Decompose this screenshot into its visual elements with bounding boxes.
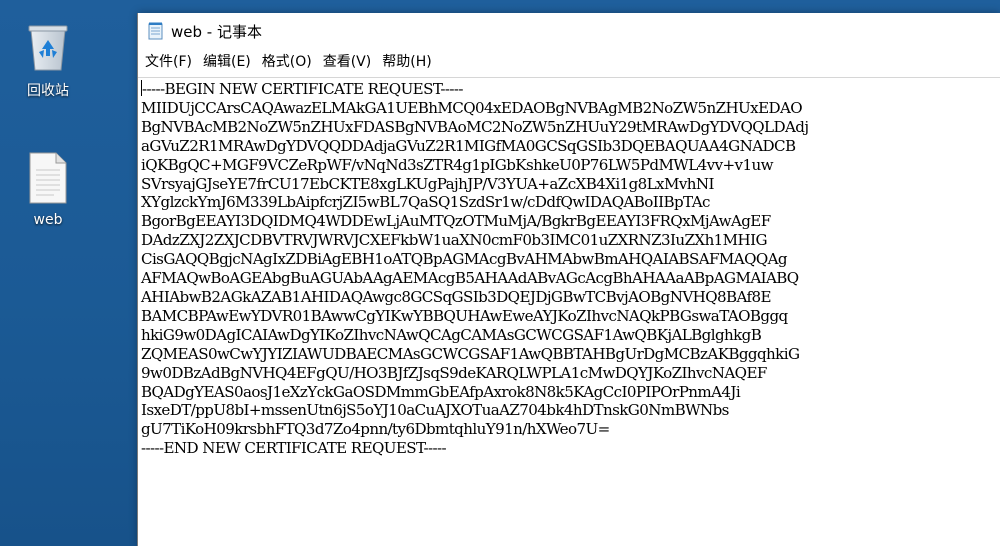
editor-line: IsxeDT/ppU8bI+mssenUtn6jS5oYJ10aCuAJXOTu… [141, 401, 729, 420]
menu-bar: 文件(F) 编辑(E) 格式(O) 查看(V) 帮助(H) [138, 49, 1000, 73]
editor-line: ZQMEAS0wCwYJYIZIAWUDBAECMAsGCWCGSAF1AwQB… [141, 344, 800, 363]
menu-file[interactable]: 文件(F) [140, 51, 197, 71]
menu-view[interactable]: 查看(V) [318, 51, 377, 71]
notepad-window: web - 记事本 文件(F) 编辑(E) 格式(O) 查看(V) 帮助(H) … [138, 13, 1000, 546]
menu-help[interactable]: 帮助(H) [377, 51, 436, 71]
desktop-icon-web-file[interactable]: web [8, 152, 88, 228]
editor-line: AHIAbwB2AGkAZAB1AHIDAQAwgc8GCSqGSIb3DQEJ… [141, 287, 772, 306]
notepad-icon [148, 22, 163, 40]
editor-line: BQADgYEAS0aosJ1eXzYckGaOSDMmmGbEAfpAxrok… [141, 382, 741, 401]
recycle-bin-label: 回收站 [27, 83, 69, 99]
editor-line: XYglzckYmJ6M339LbAipfcrjZI5wBL7QaSQ1SzdS… [141, 193, 710, 212]
window-title: web - 记事本 [171, 22, 262, 41]
title-bar[interactable]: web - 记事本 [138, 13, 1000, 49]
editor-line: AFMAQwBoAGEAbgBuAGUAbAAgAEMAcgB5AHAAdABv… [141, 269, 799, 288]
menu-edit[interactable]: 编辑(E) [198, 51, 256, 71]
desktop-icon-recycle-bin[interactable]: 回收站 [8, 22, 88, 100]
editor-line: gU7TiKoH09krsbhFTQ3d7Zo4pnn/ty6DbmtqhluY… [141, 420, 610, 439]
editor-line: -----BEGIN NEW CERTIFICATE REQUEST----- [142, 80, 463, 98]
editor-line: -----END NEW CERTIFICATE REQUEST----- [141, 439, 447, 458]
recycle-bin-icon [28, 25, 68, 71]
editor-line: BAMCBPAwEwYDVR01BAwwCgYIKwYBBQUHAwEweAYJ… [141, 306, 788, 325]
editor-line: BgorBgEEAYI3DQIDMQ4WDDEwLjAuMTQzOTMuMjA/… [141, 212, 771, 231]
editor-line: 9w0DBzAdBgNVHQ4EFgQU/HO3BJfZJsqS9deKARQL… [141, 363, 767, 382]
editor-line: DAdzZXJ2ZXJCDBVTRVJWRVJCXEFkbW1uaXN0cmF0… [141, 231, 768, 250]
text-file-icon [29, 152, 67, 204]
editor-line: SVrsyajGJseYE7frCU17EbCKTE8xgLKUgPajhJP/… [141, 174, 714, 193]
editor-line: iQKBgQC+MGF9VCZeRpWF/vNqNd3sZTR4g1pIGbKs… [141, 155, 774, 174]
editor-line: CisGAQQBgjcNAgIxZDBiAgEBH1oATQBpAGMAcgBv… [141, 250, 788, 269]
editor-line: hkiG9w0DAgICAIAwDgYIKoZIhvcNAwQCAgCAMAsG… [141, 325, 762, 344]
editor-line: BgNVBAcMB2NoZW5nZHUxFDASBgNVBAoMC2NoZW5n… [141, 117, 809, 136]
editor-line: MIIDUjCCArsCAQAwazELMAkGA1UEBhMCQ04xEDAO… [141, 98, 803, 117]
text-editor[interactable]: -----BEGIN NEW CERTIFICATE REQUEST----- … [138, 77, 1000, 546]
menu-format[interactable]: 格式(O) [257, 51, 317, 71]
web-file-label: web [33, 212, 63, 228]
editor-line: aGVuZ2R1MRAwDgYDVQQDDAdjaGVuZ2R1MIGfMA0G… [141, 136, 796, 155]
